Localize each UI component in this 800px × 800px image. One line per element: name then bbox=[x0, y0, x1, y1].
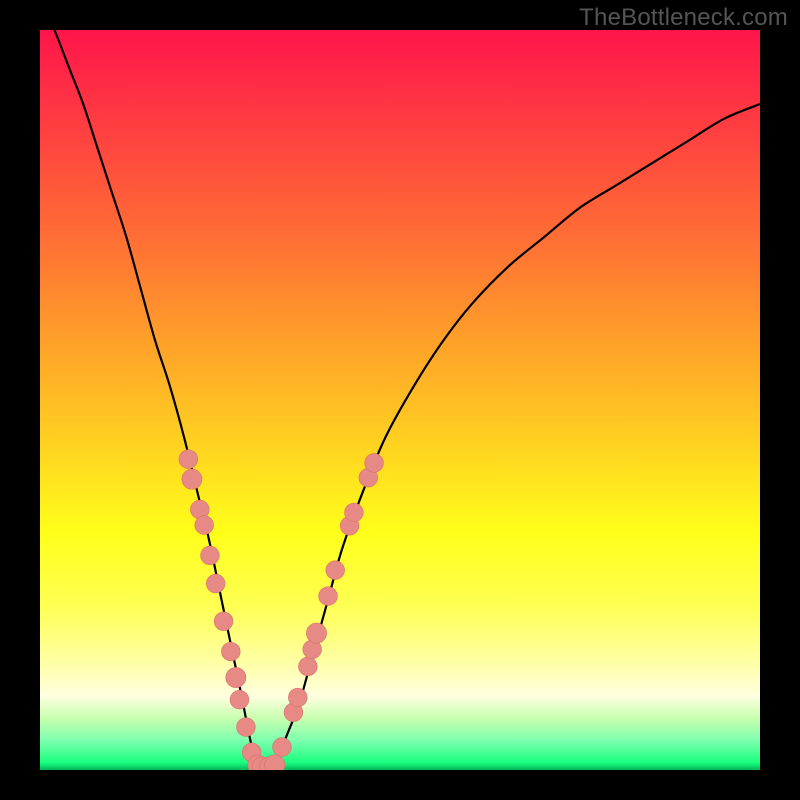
data-marker bbox=[226, 667, 246, 687]
data-marker bbox=[182, 469, 202, 489]
data-marker bbox=[206, 574, 225, 593]
data-markers bbox=[179, 450, 383, 770]
data-marker bbox=[237, 718, 256, 737]
data-marker bbox=[365, 454, 384, 473]
data-marker bbox=[179, 450, 198, 469]
data-marker bbox=[201, 546, 220, 565]
data-marker bbox=[326, 561, 345, 580]
plot-area bbox=[40, 30, 760, 770]
data-marker bbox=[230, 690, 249, 709]
data-marker bbox=[195, 516, 214, 535]
attribution-label: TheBottleneck.com bbox=[579, 4, 788, 32]
data-marker bbox=[306, 623, 326, 643]
data-marker bbox=[298, 657, 317, 676]
chart-frame: TheBottleneck.com bbox=[0, 0, 800, 800]
data-marker bbox=[273, 738, 292, 757]
chart-svg bbox=[40, 30, 760, 770]
data-marker bbox=[319, 587, 338, 606]
data-marker bbox=[288, 688, 307, 707]
bottleneck-curve bbox=[40, 30, 760, 770]
data-marker bbox=[221, 642, 240, 661]
data-marker bbox=[345, 503, 364, 522]
data-marker bbox=[214, 612, 233, 631]
